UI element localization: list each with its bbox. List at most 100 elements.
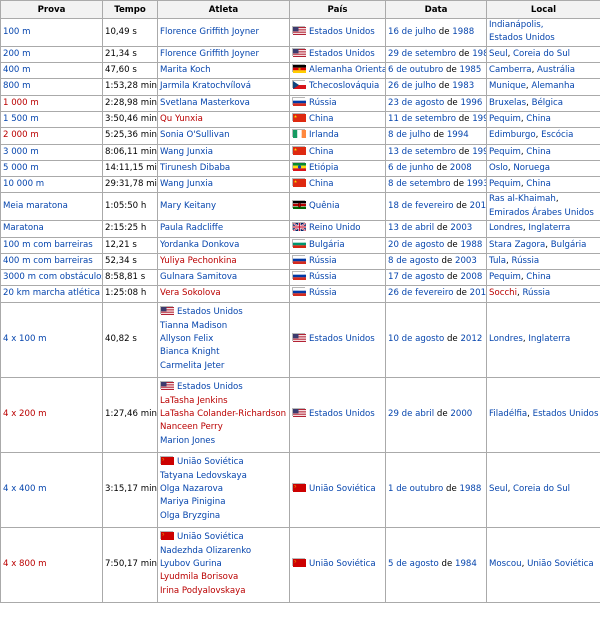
country-link[interactable]: Estados Unidos xyxy=(309,49,375,59)
country-link[interactable]: China xyxy=(309,147,334,157)
location-link[interactable]: Filadélfia xyxy=(489,409,527,419)
athlete-link[interactable]: Lyubov Gurina xyxy=(160,559,222,569)
athlete-link[interactable]: Allyson Felix xyxy=(160,334,213,344)
location-link[interactable]: Rússia xyxy=(522,288,550,298)
location-link[interactable]: Bruxelas xyxy=(489,98,526,108)
location-link[interactable]: Ras al-Khaimah xyxy=(489,194,556,204)
date-link[interactable]: 1993 xyxy=(472,114,485,124)
athlete-link[interactable]: Tianna Madison xyxy=(160,321,227,331)
date-link[interactable]: 23 de agosto xyxy=(388,98,444,108)
athlete-link[interactable]: LaTasha Jenkins xyxy=(160,396,228,406)
date-link[interactable]: 26 de fevereiro xyxy=(388,288,453,298)
date-link[interactable]: 20 de agosto xyxy=(388,240,444,250)
location-link[interactable]: Stara Zagora xyxy=(489,240,545,250)
event-link[interactable]: 400 m com barreiras xyxy=(3,256,93,266)
location-link[interactable]: Alemanha xyxy=(531,81,574,91)
team-link[interactable]: Estados Unidos xyxy=(177,307,243,317)
date-link[interactable]: 8 de julho xyxy=(388,130,431,140)
date-link[interactable]: 1993 xyxy=(467,179,486,189)
event-link[interactable]: 100 m xyxy=(3,27,31,37)
event-link[interactable]: Meia maratona xyxy=(3,201,68,211)
date-link[interactable]: 1996 xyxy=(460,98,482,108)
athlete-link[interactable]: Sonia O'Sullivan xyxy=(160,130,230,140)
location-link[interactable]: China xyxy=(526,179,551,189)
location-link[interactable]: Edimburgo xyxy=(489,130,536,140)
athlete-link[interactable]: Mariya Pinigina xyxy=(160,497,225,507)
location-link[interactable]: Seul xyxy=(489,49,508,59)
location-link[interactable]: Londres xyxy=(489,334,523,344)
date-link[interactable]: 2011 xyxy=(470,288,486,298)
country-link[interactable]: Rússia xyxy=(309,288,337,298)
date-link[interactable]: 1988 xyxy=(460,240,482,250)
team-link[interactable]: União Soviética xyxy=(177,532,244,542)
location-link[interactable]: Estados Unidos xyxy=(533,409,599,419)
athlete-link[interactable]: Irina Podyalovskaya xyxy=(160,586,246,596)
location-link[interactable]: Coreia do Sul xyxy=(513,49,570,59)
athlete-link[interactable]: Carmelita Jeter xyxy=(160,361,224,371)
location-link[interactable]: Pequim xyxy=(489,147,521,157)
location-link[interactable]: Camberra xyxy=(489,65,532,75)
location-link[interactable]: Bulgária xyxy=(551,240,587,250)
event-link[interactable]: 1 500 m xyxy=(3,114,39,124)
athlete-link[interactable]: Yordanka Donkova xyxy=(160,240,239,250)
location-link[interactable]: Inglaterra xyxy=(528,334,570,344)
country-link[interactable]: Estados Unidos xyxy=(309,409,375,419)
country-link[interactable]: Irlanda xyxy=(309,130,339,140)
event-link[interactable]: 4 x 400 m xyxy=(3,484,47,494)
date-link[interactable]: 13 de setembro xyxy=(388,147,456,157)
date-link[interactable]: 2012 xyxy=(460,334,482,344)
date-link[interactable]: 2003 xyxy=(455,256,477,266)
athlete-link[interactable]: Jarmila Kratochvílová xyxy=(160,81,251,91)
location-link[interactable]: Bélgica xyxy=(532,98,563,108)
date-link[interactable]: 2000 xyxy=(450,409,472,419)
country-link[interactable]: União Soviética xyxy=(309,484,376,494)
location-link[interactable]: Noruega xyxy=(513,163,550,173)
country-link[interactable]: China xyxy=(309,114,334,124)
location-link[interactable]: Emirados Árabes Unidos xyxy=(489,208,594,218)
country-link[interactable]: União Soviética xyxy=(309,559,376,569)
location-link[interactable]: China xyxy=(526,272,551,282)
athlete-link[interactable]: Bianca Knight xyxy=(160,347,219,357)
athlete-link[interactable]: Wang Junxia xyxy=(160,147,213,157)
date-link[interactable]: 17 de agosto xyxy=(388,272,444,282)
date-link[interactable]: 6 de junho xyxy=(388,163,434,173)
athlete-link[interactable]: Tatyana Ledovskaya xyxy=(160,471,247,481)
country-link[interactable]: Rússia xyxy=(309,272,337,282)
event-link[interactable]: 10 000 m xyxy=(3,179,44,189)
location-link[interactable]: Inglaterra xyxy=(528,223,570,233)
date-link[interactable]: 1983 xyxy=(452,81,474,91)
date-link[interactable]: 1993 xyxy=(472,147,485,157)
country-link[interactable]: Alemanha Oriental xyxy=(309,65,385,75)
event-link[interactable]: 4 x 200 m xyxy=(3,409,47,419)
column-header-local[interactable]: Local xyxy=(486,0,600,19)
athlete-link[interactable]: Yuliya Pechonkina xyxy=(160,256,237,266)
athlete-link[interactable]: Florence Griffith Joyner xyxy=(160,49,259,59)
date-link[interactable]: 1994 xyxy=(447,130,469,140)
date-link[interactable]: 2011 xyxy=(470,201,486,211)
date-link[interactable]: 2008 xyxy=(460,272,482,282)
event-link[interactable]: 5 000 m xyxy=(3,163,39,173)
location-link[interactable]: Estados Unidos xyxy=(489,33,555,43)
event-link[interactable]: 1 000 m xyxy=(3,98,39,108)
location-link[interactable]: Pequim xyxy=(489,179,521,189)
athlete-link[interactable]: Svetlana Masterkova xyxy=(160,98,250,108)
athlete-link[interactable]: Gulnara Samitova xyxy=(160,272,237,282)
country-link[interactable]: China xyxy=(309,179,334,189)
location-link[interactable]: Pequim xyxy=(489,114,521,124)
country-link[interactable]: Estados Unidos xyxy=(309,27,375,37)
column-header-data[interactable]: Data xyxy=(385,0,487,19)
athlete-link[interactable]: Nanceen Perry xyxy=(160,422,223,432)
country-link[interactable]: Bulgária xyxy=(309,240,345,250)
event-link[interactable]: 3000 m com obstáculos xyxy=(3,272,102,282)
athlete-link[interactable]: Vera Sokolova xyxy=(160,288,221,298)
athlete-link[interactable]: Olga Nazarova xyxy=(160,484,223,494)
column-header-tempo[interactable]: Tempo xyxy=(102,0,158,19)
athlete-link[interactable]: Wang Junxia xyxy=(160,179,213,189)
athlete-link[interactable]: LaTasha Colander-Richardson xyxy=(160,409,286,419)
country-link[interactable]: Tchecoslováquia xyxy=(309,81,379,91)
date-link[interactable]: 11 de setembro xyxy=(388,114,456,124)
event-link[interactable]: 100 m com barreiras xyxy=(3,240,93,250)
event-link[interactable]: 2 000 m xyxy=(3,130,39,140)
date-link[interactable]: 29 de setembro xyxy=(388,49,456,59)
column-header-prova[interactable]: Prova xyxy=(0,0,103,19)
